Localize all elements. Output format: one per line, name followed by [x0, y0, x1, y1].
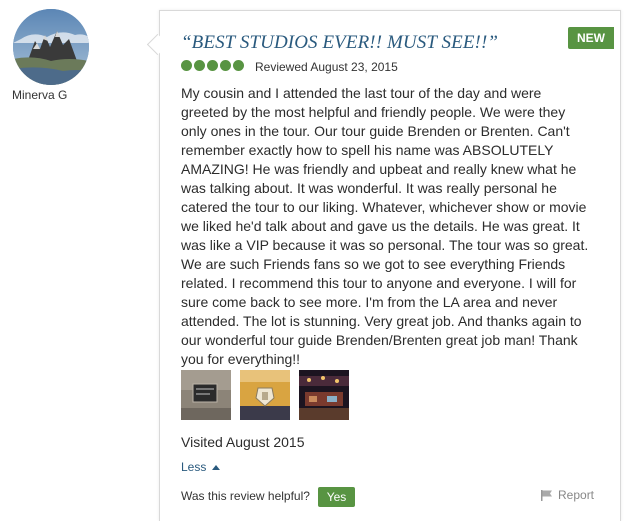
review-line: we liked he'd talk about and gave us the…: [181, 218, 580, 234]
rating-bubble-icon: [233, 60, 244, 71]
visited-date: Visited August 2015: [181, 434, 305, 450]
less-label: Less: [181, 460, 207, 474]
rating-bubble-icon: [207, 60, 218, 71]
report-label: Report: [558, 488, 595, 502]
review-line: My cousin and I attended the last tour o…: [181, 85, 542, 101]
rating-bubble-icon: [181, 60, 192, 71]
review-line: our wonderful tour guide Brenden/Brenten…: [181, 332, 578, 348]
review-line: catered the tour to our liking. Whatever…: [181, 199, 587, 215]
review-line: only ones in the tour. Our tour guide Br…: [181, 123, 570, 139]
caret-up-icon: [212, 464, 221, 470]
rating-bubble-icon: [194, 60, 205, 71]
review-line: We are such Friends fans so we got to se…: [181, 256, 566, 272]
review-line: related. I recommend this tour to anyone…: [181, 275, 577, 291]
photo-thumbnail-plaque[interactable]: [181, 370, 231, 420]
review-line: remember exactly how to spell his name w…: [181, 142, 554, 158]
photo-thumbnail-stage[interactable]: [299, 370, 349, 420]
review-photos: [181, 370, 349, 420]
rating-bubbles: [181, 60, 244, 71]
reviewer-name[interactable]: Minerva G: [12, 88, 67, 102]
reviewer-avatar[interactable]: [13, 9, 89, 85]
review-line: was like a VIP because it was so persona…: [181, 237, 589, 253]
avatar-mountain-image: [13, 9, 89, 85]
review-line: was talking about. It was wonderful. It …: [181, 180, 557, 196]
review-title[interactable]: “BEST STUDIOS EVER!! MUST SEE!!”: [181, 32, 498, 54]
report-link[interactable]: Report: [540, 488, 594, 502]
review-line: sure come back to see more. I'm from the…: [181, 294, 558, 310]
new-badge: NEW: [568, 27, 614, 49]
reviewed-date: Reviewed August 23, 2015: [255, 60, 398, 74]
flag-icon: [541, 490, 552, 501]
rating-bubble-icon: [220, 60, 231, 71]
review-body: My cousin and I attended the last tour o…: [181, 84, 601, 369]
review-line: you for everything!!: [181, 351, 301, 367]
review-line: attended. The lot is stunning. Very grea…: [181, 313, 582, 329]
review-line: greeted by the most helpful and friendly…: [181, 104, 566, 120]
photo-thumbnail-sign[interactable]: [240, 370, 290, 420]
less-toggle[interactable]: Less: [181, 460, 221, 474]
review-line: AMAZING! He was friendly and upbeat and …: [181, 161, 577, 177]
helpful-yes-button[interactable]: Yes: [318, 487, 355, 507]
helpful-question: Was this review helpful?: [181, 489, 310, 503]
